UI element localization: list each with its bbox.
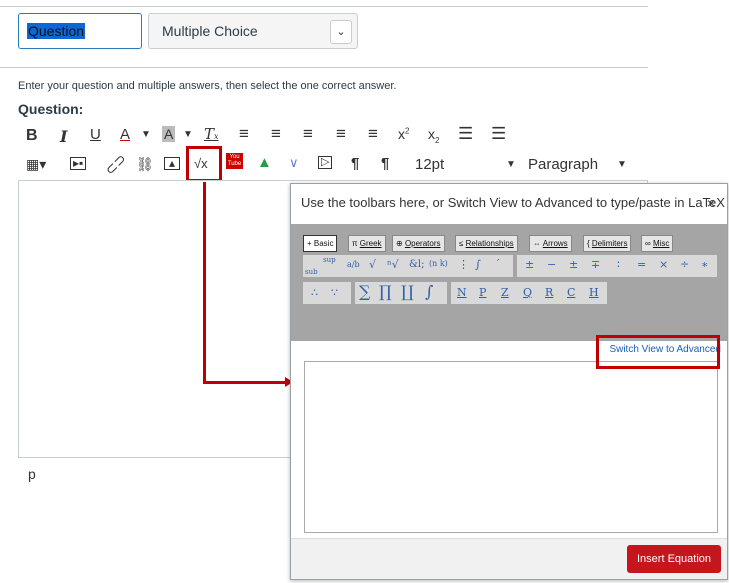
sqrt-symbol[interactable]: √ xyxy=(369,258,376,271)
subscript-icon[interactable]: x2 xyxy=(428,126,439,145)
question-type-value: Multiple Choice xyxy=(162,23,258,39)
clear-formatting-icon[interactable]: Tx xyxy=(204,125,219,143)
question-name-value: Question xyxy=(27,23,86,39)
question-label: Question: xyxy=(18,101,84,117)
prime-symbol[interactable]: ′ xyxy=(497,257,500,270)
complex-symbol[interactable]: C xyxy=(567,286,575,299)
binomial-symbol[interactable]: (n k) xyxy=(429,259,448,268)
ltr-icon[interactable]: ¶ xyxy=(351,155,359,172)
integers-symbol[interactable]: Z xyxy=(501,286,509,299)
product-symbol[interactable]: ∏ xyxy=(379,282,392,301)
tab-basic[interactable]: + Basic xyxy=(303,235,338,252)
naturals-symbol[interactable]: N xyxy=(457,286,467,299)
switch-view-highlight xyxy=(596,335,720,369)
big-integral-symbol[interactable]: ∫ xyxy=(425,282,433,301)
tab-greek[interactable]: π Greek xyxy=(348,235,386,252)
question-name-input[interactable]: Question xyxy=(18,13,142,49)
fraction-symbol[interactable]: a/b xyxy=(347,260,360,269)
minusplus-symbol[interactable]: ∓ xyxy=(591,258,600,271)
plusminus-symbol[interactable]: ± xyxy=(525,258,534,271)
coproduct-symbol[interactable]: ∐ xyxy=(401,282,414,301)
unlink-icon[interactable]: ⛓ xyxy=(136,156,154,173)
link-icon[interactable]: ⊂⊃ xyxy=(101,150,130,179)
asterisk-symbol[interactable]: ∗ xyxy=(701,258,708,271)
arrow-line-horizontal xyxy=(203,381,287,384)
plusminus-2-symbol[interactable]: ± xyxy=(569,258,578,271)
embed-icon[interactable]: ▷ xyxy=(318,156,333,169)
nth-root-symbol[interactable]: ⁿ√ xyxy=(387,258,399,271)
media-icon[interactable]: ▸▪ xyxy=(70,157,87,170)
tab-arrows[interactable]: ⇔ Arrows xyxy=(529,235,572,252)
youtube-icon[interactable]: You Tube xyxy=(226,153,243,169)
tab-relationships[interactable]: ≤ Relationships xyxy=(455,235,518,252)
dialog-title: Use the toolbars here, or Switch View to… xyxy=(301,195,725,210)
equation-toolbar: + Basic π Greek ⊕ Operators ≤ Relationsh… xyxy=(291,224,727,341)
instructions-text: Enter your question and multiple answers… xyxy=(18,80,397,92)
paragraph-select[interactable]: Paragraph xyxy=(528,156,598,173)
tab-delimiters[interactable]: { Delimiters xyxy=(583,235,632,252)
background-color-dropdown-icon[interactable]: ▼ xyxy=(183,129,193,140)
equals-symbol[interactable]: = xyxy=(637,258,646,271)
italic-icon[interactable]: I xyxy=(60,127,67,146)
equation-input-area[interactable] xyxy=(304,361,718,533)
divide-symbol[interactable]: ÷ xyxy=(680,258,689,271)
font-size-dropdown-icon[interactable]: ▼ xyxy=(506,159,516,170)
header-divider xyxy=(0,67,648,68)
align-right-icon[interactable]: ≡ xyxy=(303,124,313,144)
subscript-symbol[interactable]: sub xyxy=(305,268,318,276)
close-icon[interactable]: × xyxy=(707,195,715,211)
ampersand-symbol[interactable]: &l; xyxy=(409,259,424,270)
bold-icon[interactable]: B xyxy=(26,127,38,145)
question-type-select[interactable]: Multiple Choice ⌄ xyxy=(148,13,358,49)
quaternions-symbol[interactable]: H xyxy=(589,286,599,299)
sum-symbol[interactable]: ∑ xyxy=(359,282,370,301)
integral-symbol[interactable]: ∫ xyxy=(475,258,481,271)
tab-misc[interactable]: ∞ Misc xyxy=(641,235,674,252)
because-symbol[interactable]: ∵ xyxy=(331,286,338,299)
align-left-icon[interactable]: ≡ xyxy=(239,124,249,144)
bullet-list-icon[interactable]: ☰ xyxy=(458,124,473,144)
superscript-icon[interactable]: x2 xyxy=(398,126,409,142)
google-drive-icon[interactable]: ▲ xyxy=(257,154,272,171)
rationals-symbol[interactable]: Q xyxy=(523,286,532,299)
ratio-symbol[interactable]: ∶ xyxy=(617,258,620,271)
background-color-icon[interactable]: A xyxy=(162,126,176,142)
equation-button-highlight xyxy=(186,146,222,182)
image-icon[interactable]: ▴ xyxy=(164,157,180,170)
top-divider xyxy=(0,6,648,7)
minus-symbol[interactable]: − xyxy=(547,258,556,271)
arrow-line-vertical xyxy=(203,182,206,384)
therefore-symbol[interactable]: ∴ xyxy=(311,286,318,299)
rtl-icon[interactable]: ¶ xyxy=(381,155,389,172)
font-size-select[interactable]: 12pt xyxy=(415,156,444,173)
times-symbol[interactable]: × xyxy=(659,258,668,271)
tab-operators[interactable]: ⊕ Operators xyxy=(392,235,445,252)
underline-icon[interactable]: U xyxy=(90,126,101,143)
table-icon[interactable]: ▦▾ xyxy=(26,156,46,173)
paragraph-dropdown-icon[interactable]: ▼ xyxy=(617,159,627,170)
align-center-icon[interactable]: ≡ xyxy=(271,124,281,144)
equation-editor-dialog: Use the toolbars here, or Switch View to… xyxy=(290,183,728,580)
editor-path-status: p xyxy=(28,466,36,482)
text-color-icon[interactable]: A xyxy=(120,126,130,143)
apps-icon[interactable]: ∨ xyxy=(289,155,299,171)
primes-symbol[interactable]: P xyxy=(479,286,486,299)
text-color-dropdown-icon[interactable]: ▼ xyxy=(141,129,151,140)
chevron-down-icon[interactable]: ⌄ xyxy=(330,20,352,44)
vdots-symbol[interactable]: ⋮ xyxy=(458,258,469,271)
indent-icon[interactable]: ≡ xyxy=(368,124,378,144)
outdent-icon[interactable]: ≡ xyxy=(336,124,346,144)
insert-equation-button[interactable]: Insert Equation xyxy=(627,545,721,573)
dialog-footer: Insert Equation xyxy=(291,538,727,579)
numbered-list-icon[interactable]: ☰ xyxy=(491,124,506,144)
reals-symbol[interactable]: R xyxy=(545,286,553,299)
superscript-symbol[interactable]: sup xyxy=(323,256,336,264)
